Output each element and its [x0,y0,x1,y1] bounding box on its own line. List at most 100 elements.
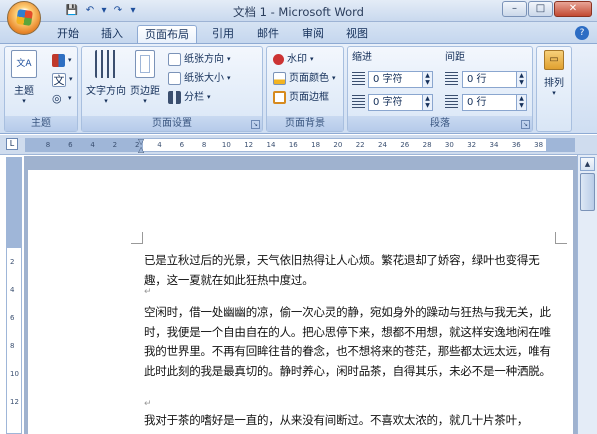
tab-home[interactable]: 开始 [49,25,87,44]
tab-review[interactable]: 审阅 [294,25,332,44]
vruler-tick-label: 6 [10,314,15,322]
theme-effects-button[interactable]: ◎ ▾ [52,90,72,107]
page-size-icon [168,72,181,85]
indent-label: 缩进 [352,52,372,63]
ruler-tick-label: 14 [266,141,276,149]
ruler-tick-label: 4 [90,141,95,149]
ruler-tick-label: 16 [288,141,298,149]
orientation-icon [168,53,181,66]
ruler-tick-label: 24 [378,141,387,149]
window-controls: – □ ✕ [502,1,592,17]
office-logo-icon [16,9,33,26]
columns-button[interactable]: 分栏 ▾ [168,89,211,106]
ruler-tick-label: 36 [511,141,521,149]
spin-arrows-icon[interactable]: ▲ ▼ [422,95,432,110]
fonts-icon: 文 [52,72,66,87]
scroll-up-icon[interactable]: ▲ [580,157,595,171]
paragraph-group-label: 段落 [348,116,532,131]
paragraph-3[interactable]: 我对于茶的嗜好是一直的，从来没有间断过。不喜欢太浓的，就几十片茶叶， [144,411,556,431]
maximize-button[interactable]: □ [528,1,553,17]
watermark-button[interactable]: 水印 ▾ [273,51,314,68]
ruler-left-margin [26,139,143,151]
tab-view[interactable]: 视图 [338,25,376,44]
text-direction-button[interactable]: 文字方向 ▾ [84,50,128,105]
horizontal-ruler[interactable]: ▽ △ 8 6 4 2 2 4 6 8 10 12 14 16 18 20 22 24 26 28 30 32 34 36… [25,137,575,154]
text-direction-icon [95,50,117,78]
themes-icon: 文A [11,50,37,78]
crop-mark-right [555,232,567,244]
ruler-tick-label: 12 [244,141,254,149]
ruler-tick-label: 30 [444,141,454,149]
ruler-tick-label: 4 [157,141,162,149]
ruler-tick-label: 34 [489,141,499,149]
ruler-tick-label: 10 [221,141,231,149]
vertical-scrollbar[interactable]: ▲ [577,155,597,434]
ruler-right-margin [546,139,574,151]
columns-icon [168,91,181,104]
colors-icon [52,54,65,67]
close-button[interactable]: ✕ [554,1,592,17]
watermark-icon [273,54,284,65]
vruler-tick-label: 2 [10,258,15,266]
page-borders-button[interactable]: 页面边框 [273,89,329,106]
ruler-tick-label: 32 [467,141,477,149]
arrange-button[interactable]: ▭ 排列 ▾ [540,50,568,97]
spacing-after-input[interactable]: 0 行 ▲ ▼ [462,94,527,111]
paragraph-launcher[interactable]: ↘ [521,120,530,129]
spin-arrows-icon[interactable]: ▲ ▼ [516,72,526,87]
margins-button[interactable]: 页边距 ▾ [128,50,162,105]
spacing-before-icon [445,72,458,85]
spin-arrows-icon[interactable]: ▲ ▼ [516,95,526,110]
spacing-after-icon [445,95,458,108]
office-button[interactable] [7,1,41,35]
margins-icon [135,50,155,78]
tab-insert[interactable]: 插入 [93,25,131,44]
scroll-thumb[interactable] [580,173,595,211]
paragraph-1[interactable]: 已是立秋过后的光景，天气依旧热得让人心烦。繁花退却了娇容，绿叶也变得无趣，这一夏… [144,251,556,290]
spin-arrows-icon[interactable]: ▲ ▼ [422,72,432,87]
minimize-button[interactable]: – [502,1,527,17]
ribbon-tabs: 开始 插入 页面布局 引用 邮件 审阅 视图 ? [0,22,597,44]
ruler-tick-label: 6 [68,141,73,149]
title-bar: 💾 ↶ ▾ ↷ ▾ 文档 1 - Microsoft Word – □ ✕ [0,0,597,22]
themes-button[interactable]: 文A 主题 ▾ [9,50,39,105]
ruler-tick-label: 2 [134,141,140,149]
vruler-tick-label: 12 [10,398,19,406]
tab-mailings[interactable]: 邮件 [249,25,287,44]
paragraph-mark: ↵ [144,399,152,409]
vruler-tick-label: 10 [10,370,19,378]
ruler-tick-label: 26 [400,141,410,149]
paragraph-mark: ↵ [144,287,152,297]
ribbon: 文A 主题 ▾ ▾ 文 ▾ ◎ ▾ 主题 文字方向 ▾ 页边距 ▾ 纸张方向 ▾ 纸张… [0,43,597,134]
paragraph-group: 缩进 间距 0 字符 ▲ ▼ 0 字符 ▲ ▼ 0 行 ▲ ▼ 0 行 ▲ ▼ 段落 ↘ [347,46,533,132]
page-setup-group-label: 页面设置 [82,116,262,131]
theme-colors-button[interactable]: ▾ [52,52,72,69]
ruler-tick-label: 28 [422,141,432,149]
document-page[interactable] [28,170,573,434]
ruler-tick-label: 22 [355,141,365,149]
effects-icon: ◎ [52,92,62,105]
page-setup-launcher[interactable]: ↘ [251,120,260,129]
indent-left-input[interactable]: 0 字符 ▲ ▼ [368,71,433,88]
page-background-group-label: 页面背景 [267,116,343,131]
page-borders-icon [273,91,286,104]
help-icon[interactable]: ? [575,26,589,40]
vertical-ruler[interactable]: 2 4 6 8 10 12 [6,157,22,434]
arrange-group: ▭ 排列 ▾ [536,46,572,132]
size-button[interactable]: 纸张大小 ▾ [168,70,231,87]
orientation-button[interactable]: 纸张方向 ▾ [168,51,231,68]
tab-page-layout[interactable]: 页面布局 [137,25,197,44]
themes-group: 文A 主题 ▾ ▾ 文 ▾ ◎ ▾ 主题 [4,46,78,132]
page-color-button[interactable]: 页面颜色 ▾ [273,70,336,87]
theme-fonts-button[interactable]: 文 ▾ [52,71,73,88]
spacing-before-input[interactable]: 0 行 ▲ ▼ [462,71,527,88]
ruler-tick-label: 6 [179,141,185,149]
vruler-tick-label: 4 [10,286,15,294]
indent-right-input[interactable]: 0 字符 ▲ ▼ [368,94,433,111]
spacing-label: 间距 [445,52,465,63]
tab-selector-button[interactable]: L [6,138,18,150]
paragraph-2[interactable]: 空闲时，借一处幽幽的凉，偷一次心灵的静，宛如身外的躁动与狂热与我无关，此时，我便… [144,303,556,381]
page-background-group: 水印 ▾ 页面颜色 ▾ 页面边框 页面背景 [266,46,344,132]
tab-references[interactable]: 引用 [204,25,242,44]
vruler-tick-label: 8 [10,342,15,350]
